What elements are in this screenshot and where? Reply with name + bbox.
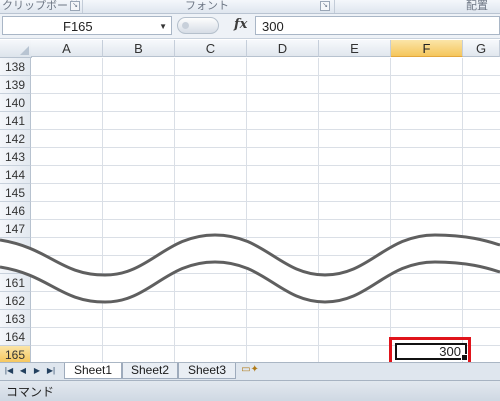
ribbon-group-labels: クリップボード ↘ フォント ↘ 配置 (0, 0, 500, 14)
name-box[interactable]: F165 ▼ (2, 16, 172, 35)
row-header[interactable]: 164 (0, 328, 31, 346)
row-cells[interactable] (31, 94, 500, 112)
row-cells[interactable] (31, 58, 500, 76)
ribbon-group-font: フォント (185, 0, 229, 12)
row-cells[interactable] (31, 130, 500, 148)
table-row: 141 (0, 112, 500, 130)
row-header[interactable]: 143 (0, 148, 31, 166)
ribbon-group-alignment: 配置 (466, 0, 488, 12)
column-header-a[interactable]: A (31, 40, 103, 57)
formula-bar: F165 ▼ fx 300 (0, 14, 500, 39)
row-header[interactable]: 144 (0, 166, 31, 184)
insert-function-icon[interactable]: fx (234, 17, 247, 32)
row-header[interactable]: 163 (0, 310, 31, 328)
column-headers: A B C D E F G (0, 40, 500, 58)
row-cells[interactable] (31, 184, 500, 202)
table-row: 138 (0, 58, 500, 76)
status-bar: コマンド (0, 380, 500, 401)
font-dialog-launcher-icon[interactable]: ↘ (320, 1, 330, 11)
column-header-e[interactable]: E (319, 40, 391, 57)
table-row: 142 (0, 130, 500, 148)
table-row: 163 (0, 310, 500, 328)
row-header[interactable]: 145 (0, 184, 31, 202)
select-all-icon (20, 46, 29, 55)
column-header-f[interactable]: F (391, 40, 463, 57)
row-header[interactable]: 141 (0, 112, 31, 130)
table-row: 139 (0, 76, 500, 94)
column-header-c[interactable]: C (175, 40, 247, 57)
row-header[interactable]: 139 (0, 76, 31, 94)
ribbon-group-clipboard: クリップボード (2, 0, 79, 12)
chevron-down-icon[interactable]: ▼ (159, 22, 167, 31)
tab-sheet2[interactable]: Sheet2 (122, 363, 178, 379)
table-row: 144 (0, 166, 500, 184)
formula-bar-resize-handle[interactable] (177, 17, 219, 34)
row-cells[interactable] (31, 166, 500, 184)
formula-value: 300 (262, 19, 284, 34)
column-header-d[interactable]: D (247, 40, 319, 57)
row-break-wave (0, 233, 500, 304)
table-row: 145 (0, 184, 500, 202)
row-cells[interactable] (31, 112, 500, 130)
row-cells[interactable] (31, 310, 500, 328)
row-header[interactable]: 142 (0, 130, 31, 148)
row-cells[interactable] (31, 76, 500, 94)
tab-sheet1[interactable]: Sheet1 (64, 363, 122, 379)
column-header-b[interactable]: B (103, 40, 175, 57)
clipboard-dialog-launcher-icon[interactable]: ↘ (70, 1, 80, 11)
row-header[interactable]: 140 (0, 94, 31, 112)
row-cells[interactable] (31, 148, 500, 166)
status-mode: コマンド (6, 385, 55, 399)
insert-sheet-icon[interactable]: ▭✦ (240, 364, 260, 378)
tab-sheet3[interactable]: Sheet3 (178, 363, 236, 379)
next-sheet-icon[interactable]: ▶ (31, 365, 43, 377)
formula-input[interactable]: 300 (255, 16, 500, 35)
row-header[interactable]: 146 (0, 202, 31, 220)
previous-sheet-icon[interactable]: ◀ (17, 365, 29, 377)
ribbon-separator (334, 0, 335, 13)
select-all-button[interactable] (0, 40, 32, 58)
table-row: 143 (0, 148, 500, 166)
table-row: 140 (0, 94, 500, 112)
row-header[interactable]: 138 (0, 58, 31, 76)
table-row: 146 (0, 202, 500, 220)
sheet-tab-bar: |◀ ◀ ▶ ▶| Sheet1 Sheet2 Sheet3 ▭✦ (0, 362, 500, 380)
name-box-value: F165 (63, 19, 93, 34)
ribbon-separator (82, 0, 83, 13)
row-cells[interactable] (31, 202, 500, 220)
last-sheet-icon[interactable]: ▶| (45, 365, 57, 377)
handle-dot-icon (182, 22, 189, 29)
column-header-g[interactable]: G (463, 40, 500, 57)
first-sheet-icon[interactable]: |◀ (3, 365, 15, 377)
